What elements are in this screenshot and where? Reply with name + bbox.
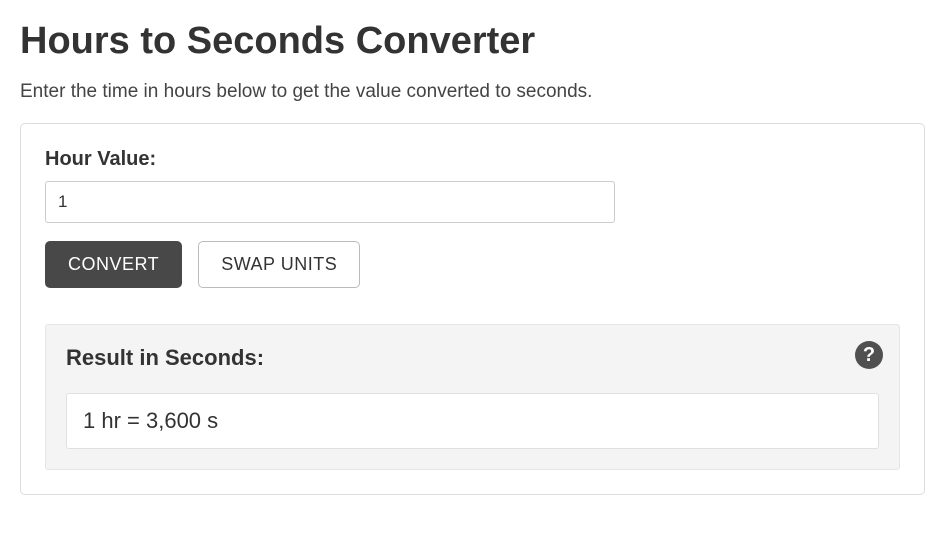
convert-button[interactable]: CONVERT [45, 241, 182, 288]
converter-container: Hours to Seconds Converter Enter the tim… [20, 20, 925, 495]
page-subtitle: Enter the time in hours below to get the… [20, 81, 925, 103]
button-row: CONVERT SWAP UNITS [45, 241, 900, 288]
result-box: ? Result in Seconds: 1 hr = 3,600 s [45, 324, 900, 470]
result-value: 1 hr = 3,600 s [66, 393, 879, 449]
swap-units-button[interactable]: SWAP UNITS [198, 241, 360, 288]
help-icon[interactable]: ? [855, 341, 883, 369]
hour-value-input[interactable] [45, 181, 615, 223]
converter-panel: Hour Value: CONVERT SWAP UNITS ? Result … [20, 123, 925, 495]
hour-value-label: Hour Value: [45, 148, 900, 171]
page-title: Hours to Seconds Converter [20, 20, 925, 63]
result-label: Result in Seconds: [66, 345, 879, 371]
